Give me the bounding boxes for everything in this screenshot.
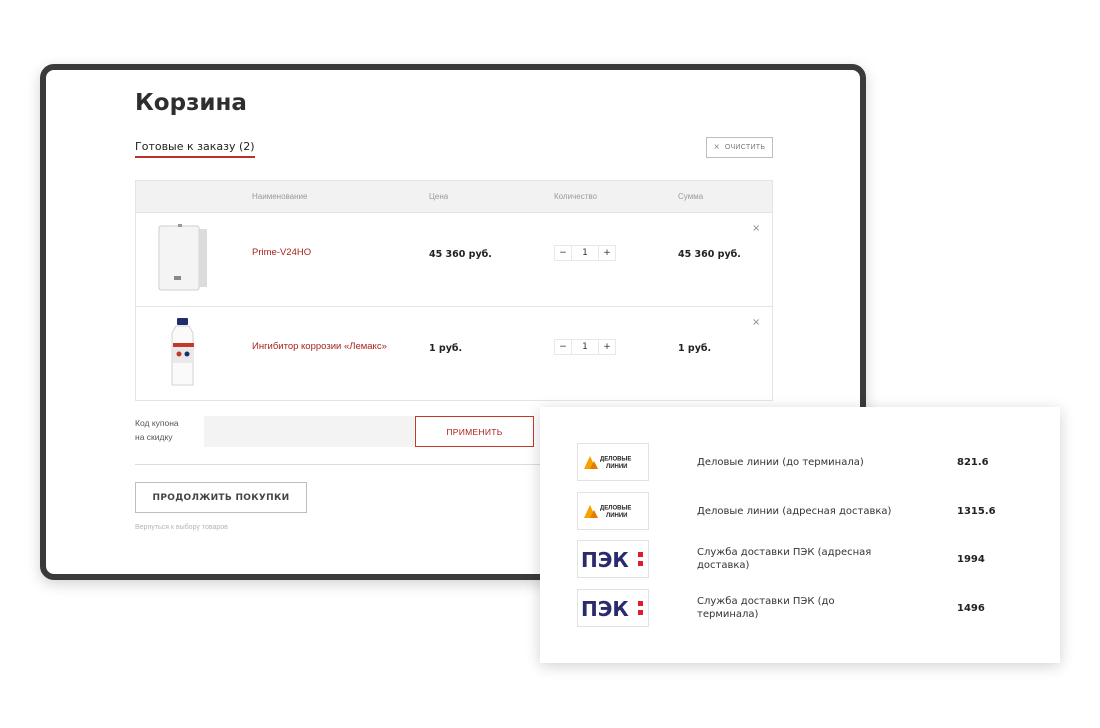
quantity-stepper[interactable]: − 1 + (554, 245, 616, 261)
close-icon: × (713, 142, 720, 153)
dl-logo-text-1: ДЕЛОВЫЕ (600, 457, 631, 463)
carrier-price: 1315.6 (957, 505, 996, 517)
coupon-label: Код купона на скидку (135, 416, 179, 444)
increment-button[interactable]: + (599, 340, 615, 354)
page-title: Корзина (135, 90, 247, 116)
decrement-button[interactable]: − (555, 340, 571, 354)
product-name-link[interactable]: Ингибитор коррозии «Лемакс» (252, 341, 387, 352)
remove-item-icon[interactable]: × (752, 317, 760, 328)
pek-logo: ПЭК (577, 589, 649, 627)
carrier-price: 821.6 (957, 456, 989, 468)
increment-button[interactable]: + (599, 246, 615, 260)
coupon-input[interactable] (204, 416, 414, 447)
quantity-stepper[interactable]: − 1 + (554, 339, 616, 355)
column-quantity-header: Количество (554, 192, 597, 201)
delivery-option-row[interactable]: ПЭК Служба доставки ПЭК (до терминала) 1… (540, 589, 1060, 627)
clear-cart-label: очистить (724, 144, 766, 151)
divider (135, 464, 555, 465)
cart-table: Наименование Цена Количество Сумма Prime… (135, 180, 773, 401)
product-sum: 1 руб. (678, 343, 712, 354)
tab-ready-to-order[interactable]: Готовые к заказу (2) (135, 140, 255, 158)
quantity-value[interactable]: 1 (571, 340, 599, 354)
delivery-options-card: ДЕЛОВЫЕ ЛИНИИ Деловые линии (до терминал… (540, 407, 1060, 663)
pek-logo-text: ПЭК (581, 548, 629, 570)
coupon-label-line2: на скидку (135, 432, 173, 442)
product-name-link[interactable]: Prime-V24HO (252, 247, 311, 258)
table-header: Наименование Цена Количество Сумма (136, 181, 772, 213)
decrement-button[interactable]: − (555, 246, 571, 260)
table-row: Ингибитор коррозии «Лемакс» 1 руб. − 1 +… (136, 307, 772, 401)
dl-logo-text-1: ДЕЛОВЫЕ (600, 506, 631, 512)
pek-logo-text: ПЭК (581, 597, 629, 619)
dl-logo: ДЕЛОВЫЕ ЛИНИИ (577, 492, 649, 530)
carrier-name: Служба доставки ПЭК (до терминала) (697, 596, 835, 620)
product-price: 1 руб. (429, 343, 463, 354)
carrier-price: 1994 (957, 553, 985, 565)
column-name-header: Наименование (252, 192, 308, 201)
continue-shopping-button[interactable]: ПРОДОЛЖИТЬ ПОКУПКИ (135, 482, 307, 513)
product-price: 45 360 руб. (429, 249, 492, 260)
dl-logo: ДЕЛОВЫЕ ЛИНИИ (577, 443, 649, 481)
coupon-label-line1: Код купона (135, 418, 179, 428)
pek-logo: ПЭК (577, 540, 649, 578)
remove-item-icon[interactable]: × (752, 223, 760, 234)
carrier-name: Деловые линии (до терминала) (697, 456, 864, 468)
apply-coupon-button[interactable]: ПРИМЕНИТЬ (415, 416, 534, 447)
dl-logo-text-2: ЛИНИИ (606, 464, 627, 470)
boiler-image[interactable] (154, 223, 212, 295)
quantity-value[interactable]: 1 (571, 246, 599, 260)
column-sum-header: Сумма (678, 192, 704, 201)
delivery-option-row[interactable]: ДЕЛОВЫЕ ЛИНИИ Деловые линии (адресная до… (540, 492, 1060, 530)
carrier-name: Деловые линии (адресная доставка) (697, 505, 892, 517)
bottle-image[interactable] (154, 317, 212, 389)
delivery-option-row[interactable]: ДЕЛОВЫЕ ЛИНИИ Деловые линии (до терминал… (540, 443, 1060, 481)
column-price-header: Цена (429, 192, 449, 201)
dl-logo-text-2: ЛИНИИ (606, 513, 627, 519)
table-row: Prime-V24HO 45 360 руб. − 1 + 45 360 руб… (136, 213, 772, 307)
delivery-option-row[interactable]: ПЭК Служба доставки ПЭК (адресная достав… (540, 540, 1060, 578)
carrier-name: Служба доставки ПЭК (адресная доставка) (697, 547, 872, 571)
back-to-products-link[interactable]: Вернуться к выбору товаров (135, 524, 228, 531)
carrier-price: 1496 (957, 602, 985, 614)
clear-cart-button[interactable]: × очистить (706, 137, 773, 158)
product-sum: 45 360 руб. (678, 249, 741, 260)
